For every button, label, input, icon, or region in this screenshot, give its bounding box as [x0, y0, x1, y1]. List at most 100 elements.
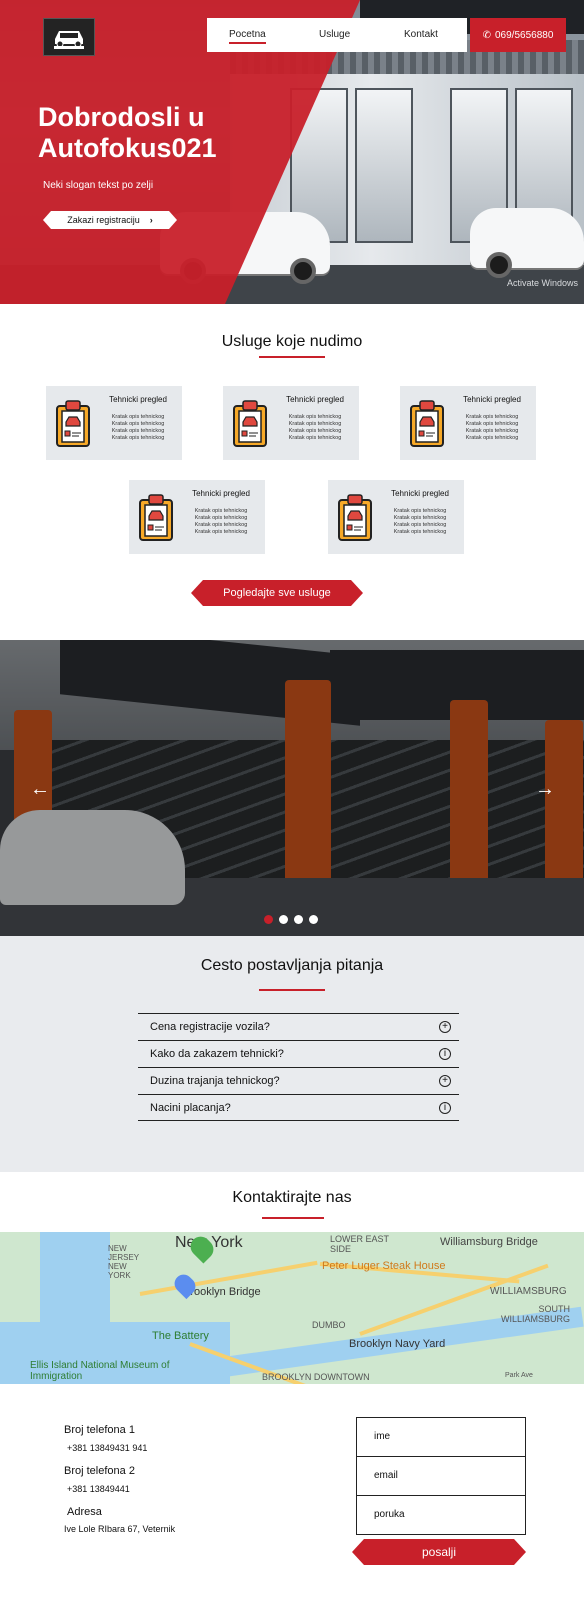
watermark-text: Activate Windows — [507, 278, 579, 288]
faq-question: Nacini placanja? — [150, 1101, 231, 1114]
email-field[interactable]: email — [356, 1456, 526, 1496]
phone2-label: Broj telefona 2 — [64, 1465, 135, 1477]
map-label: Ellis Island National Museum of Immigrat… — [30, 1360, 170, 1382]
nav-pocetna[interactable]: Pocetna — [229, 29, 266, 44]
plus-circle-icon[interactable]: + — [439, 1075, 451, 1087]
faq-item[interactable]: Kako da zakazem tehnicki? i — [138, 1040, 459, 1067]
service-card-desc-line: Kratak opis tehnickog — [111, 414, 165, 420]
service-card-desc-line: Kratak opis tehnickog — [288, 421, 342, 427]
map-label: Brooklyn Navy Yard — [349, 1338, 446, 1350]
address-label: Adresa — [67, 1506, 102, 1518]
title-underline — [259, 356, 325, 358]
clipboard-car-icon — [55, 398, 91, 453]
carousel-dot[interactable] — [279, 915, 288, 924]
message-field[interactable]: poruka — [356, 1495, 526, 1535]
carousel-dot[interactable] — [309, 915, 318, 924]
service-card-desc-line: Kratak opis tehnickog — [194, 529, 248, 535]
service-card[interactable]: Tehnicki pregled Kratak opis tehnickog Kra… — [400, 386, 536, 460]
faq-question: Duzina trajanja tehnickog? — [150, 1075, 280, 1087]
book-registration-button[interactable]: Zakazi registraciju › — [43, 211, 177, 229]
book-registration-label: Zakazi registraciju — [67, 215, 140, 225]
map-label: DUMBO — [312, 1320, 346, 1330]
clipboard-car-icon — [232, 398, 268, 453]
map-label: WILLIAMSBURG — [490, 1286, 567, 1297]
service-card-desc-line: Kratak opis tehnickog — [288, 414, 342, 420]
service-card[interactable]: Tehnicki pregled Kratak opis tehnickog Kra… — [129, 480, 265, 554]
service-card-desc: Kratak opis tehnickog Kratak opis tehnick… — [277, 414, 353, 442]
nav-kontakt[interactable]: Kontakt — [404, 29, 438, 40]
service-card-desc-line: Kratak opis tehnickog — [288, 435, 342, 441]
phone-button[interactable]: ✆ 069/5656880 — [470, 18, 566, 52]
map-label: Williamsburg Bridge — [440, 1236, 538, 1248]
wheel — [486, 252, 512, 278]
faq-question: Kako da zakazem tehnicki? — [150, 1048, 284, 1060]
map-label: NEW JERSEY NEW YORK — [108, 1244, 139, 1280]
phone1-label: Broj telefona 1 — [64, 1424, 135, 1436]
service-card-desc-line: Kratak opis tehnickog — [393, 508, 447, 514]
service-card-desc-line: Kratak opis tehnickog — [288, 428, 342, 434]
map-label: Park Ave — [505, 1372, 533, 1379]
service-card-title: Tehnicki pregled — [391, 489, 449, 498]
phone-icon: ✆ — [482, 29, 491, 41]
service-card-desc-line: Kratak opis tehnickog — [194, 515, 248, 521]
service-card-desc-line: Kratak opis tehnickog — [111, 428, 165, 434]
title-underline — [262, 1217, 324, 1219]
info-circle-icon[interactable]: i — [439, 1048, 451, 1060]
service-card[interactable]: Tehnicki pregled Kratak opis tehnickog Kra… — [46, 386, 182, 460]
faq-question: Cena registracije vozila? — [150, 1021, 270, 1033]
service-card-desc-line: Kratak opis tehnickog — [111, 435, 165, 441]
carousel-dim — [0, 640, 584, 936]
carousel-dot[interactable] — [294, 915, 303, 924]
carousel-dots — [264, 915, 318, 924]
hero-title: Dobrodosli u Autofokus021 — [38, 102, 217, 163]
service-card-title: Tehnicki pregled — [109, 395, 167, 404]
service-card-desc: Kratak opis tehnickog Kratak opis tehnick… — [454, 414, 530, 442]
arrow-left-icon[interactable]: ← — [30, 778, 50, 801]
map-label: The Battery — [152, 1330, 209, 1342]
nav-usluge[interactable]: Usluge — [319, 29, 350, 40]
plus-circle-icon[interactable]: + — [439, 1021, 451, 1033]
submit-button[interactable]: posalji — [352, 1539, 526, 1565]
faq-title: Cesto postavljanja pitanja — [200, 957, 384, 974]
info-circle-icon[interactable]: i — [439, 1102, 451, 1114]
service-card-desc-line: Kratak opis tehnickog — [465, 414, 519, 420]
service-card[interactable]: Tehnicki pregled Kratak opis tehnickog Kra… — [223, 386, 359, 460]
car-logo-icon[interactable] — [43, 18, 95, 56]
phone-number: 069/5656880 — [494, 29, 554, 41]
services-title: Usluge koje nudimo — [221, 333, 363, 350]
phone2-value: +381 13849441 — [67, 1484, 130, 1494]
address-value: Ive Lole RIbara 67, Veternik — [64, 1524, 176, 1534]
service-card-desc-line: Kratak opis tehnickog — [194, 522, 248, 528]
service-card-desc-line: Kratak opis tehnickog — [393, 515, 447, 521]
arrow-right-icon[interactable]: → — [535, 778, 555, 801]
faq-item[interactable]: Duzina trajanja tehnickog? + — [138, 1067, 459, 1094]
carousel-dot[interactable] — [264, 915, 273, 924]
service-card-desc: Kratak opis tehnickog Kratak opis tehnick… — [183, 508, 259, 536]
map-label: BROOKLYN DOWNTOWN — [262, 1372, 370, 1382]
service-card-desc-line: Kratak opis tehnickog — [393, 529, 447, 535]
map-embed[interactable]: New York LOWER EAST SIDE Williamsburg Br… — [0, 1232, 584, 1384]
service-card-desc-line: Kratak opis tehnickog — [465, 421, 519, 427]
map-label: SOUTH WILLIAMSBURG — [500, 1304, 570, 1324]
title-underline — [259, 989, 325, 991]
clipboard-car-icon — [337, 492, 373, 547]
service-card-desc-line: Kratak opis tehnickog — [465, 435, 519, 441]
hero-subtitle: Neki slogan tekst po zelji — [43, 180, 154, 191]
map-label: LOWER EAST SIDE — [330, 1234, 389, 1254]
service-card-desc-line: Kratak opis tehnickog — [194, 508, 248, 514]
faq-item[interactable]: Nacini placanja? i — [138, 1094, 459, 1121]
service-card-title: Tehnicki pregled — [463, 395, 521, 404]
clipboard-car-icon — [138, 492, 174, 547]
window — [355, 88, 413, 243]
all-services-button[interactable]: Pogledajte sve usluge — [191, 580, 363, 606]
chevron-right-icon: › — [149, 215, 153, 225]
name-field[interactable]: ime — [356, 1417, 526, 1457]
service-card-desc: Kratak opis tehnickog Kratak opis tehnick… — [382, 508, 458, 536]
service-card-desc-line: Kratak opis tehnickog — [393, 522, 447, 528]
faq-item[interactable]: Cena registracije vozila? + — [138, 1013, 459, 1040]
service-card-desc-line: Kratak opis tehnickog — [465, 428, 519, 434]
phone1-value: +381 13849431 941 — [67, 1443, 148, 1453]
service-card-desc: Kratak opis tehnickog Kratak opis tehnick… — [100, 414, 176, 442]
service-card[interactable]: Tehnicki pregled Kratak opis tehnickog Kra… — [328, 480, 464, 554]
wheel — [290, 258, 316, 284]
